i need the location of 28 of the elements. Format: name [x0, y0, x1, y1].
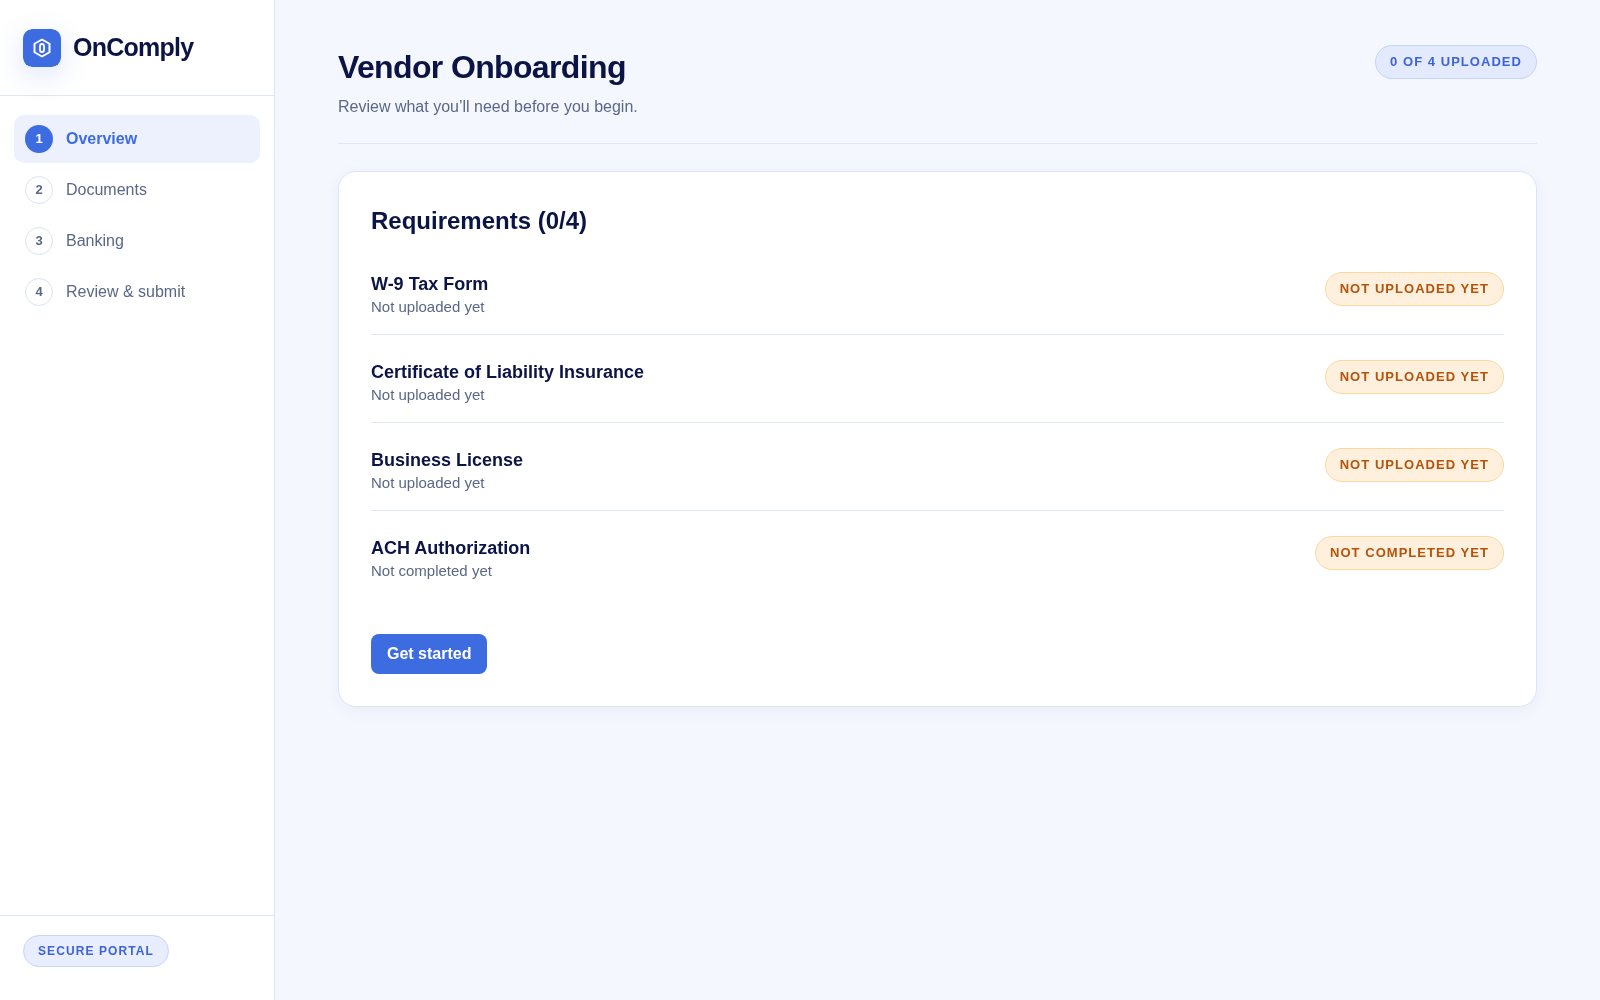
requirement-name: Certificate of Liability Insurance [371, 361, 645, 384]
step-number: 4 [25, 278, 53, 306]
status-badge: NOT UPLOADED YET [1324, 272, 1504, 306]
nav-step[interactable]: 2 Documents [14, 166, 260, 214]
page-title: Vendor Onboarding [338, 48, 627, 87]
requirement-status: Not completed yet [371, 561, 493, 581]
status-badge: NOT UPLOADED YET [1324, 448, 1504, 482]
step-number: 3 [25, 227, 53, 255]
requirement-status: Not uploaded yet [371, 385, 486, 405]
requirement-status: Not uploaded yet [371, 473, 486, 493]
requirement-name: W-9 Tax Form [371, 273, 489, 296]
requirement-status: Not uploaded yet [371, 297, 486, 317]
status-badge: NOT COMPLETED YET [1315, 536, 1504, 570]
hexagon-logo-icon [23, 28, 61, 67]
status-badge: NOT UPLOADED YET [1324, 360, 1504, 394]
progress-badge: 0 OF 4 UPLOADED [1375, 45, 1537, 79]
step-number: 1 [25, 125, 53, 153]
page-subtitle: Review what you’ll need before you begin. [338, 97, 638, 117]
nav-step[interactable]: 4 Review & submit [14, 268, 260, 316]
secure-portal-badge: SECURE PORTAL [23, 935, 169, 967]
requirement-name: ACH Authorization [371, 537, 531, 560]
step-number: 2 [25, 176, 53, 204]
get-started-button[interactable]: Get started [371, 634, 488, 674]
brand-name: OnComply [73, 31, 194, 63]
requirement-name: Business License [371, 449, 524, 472]
nav-step[interactable]: 3 Banking [14, 217, 260, 265]
nav-step[interactable]: 1 Overview [14, 115, 260, 163]
card-title: Requirements (0/4) [371, 206, 589, 236]
